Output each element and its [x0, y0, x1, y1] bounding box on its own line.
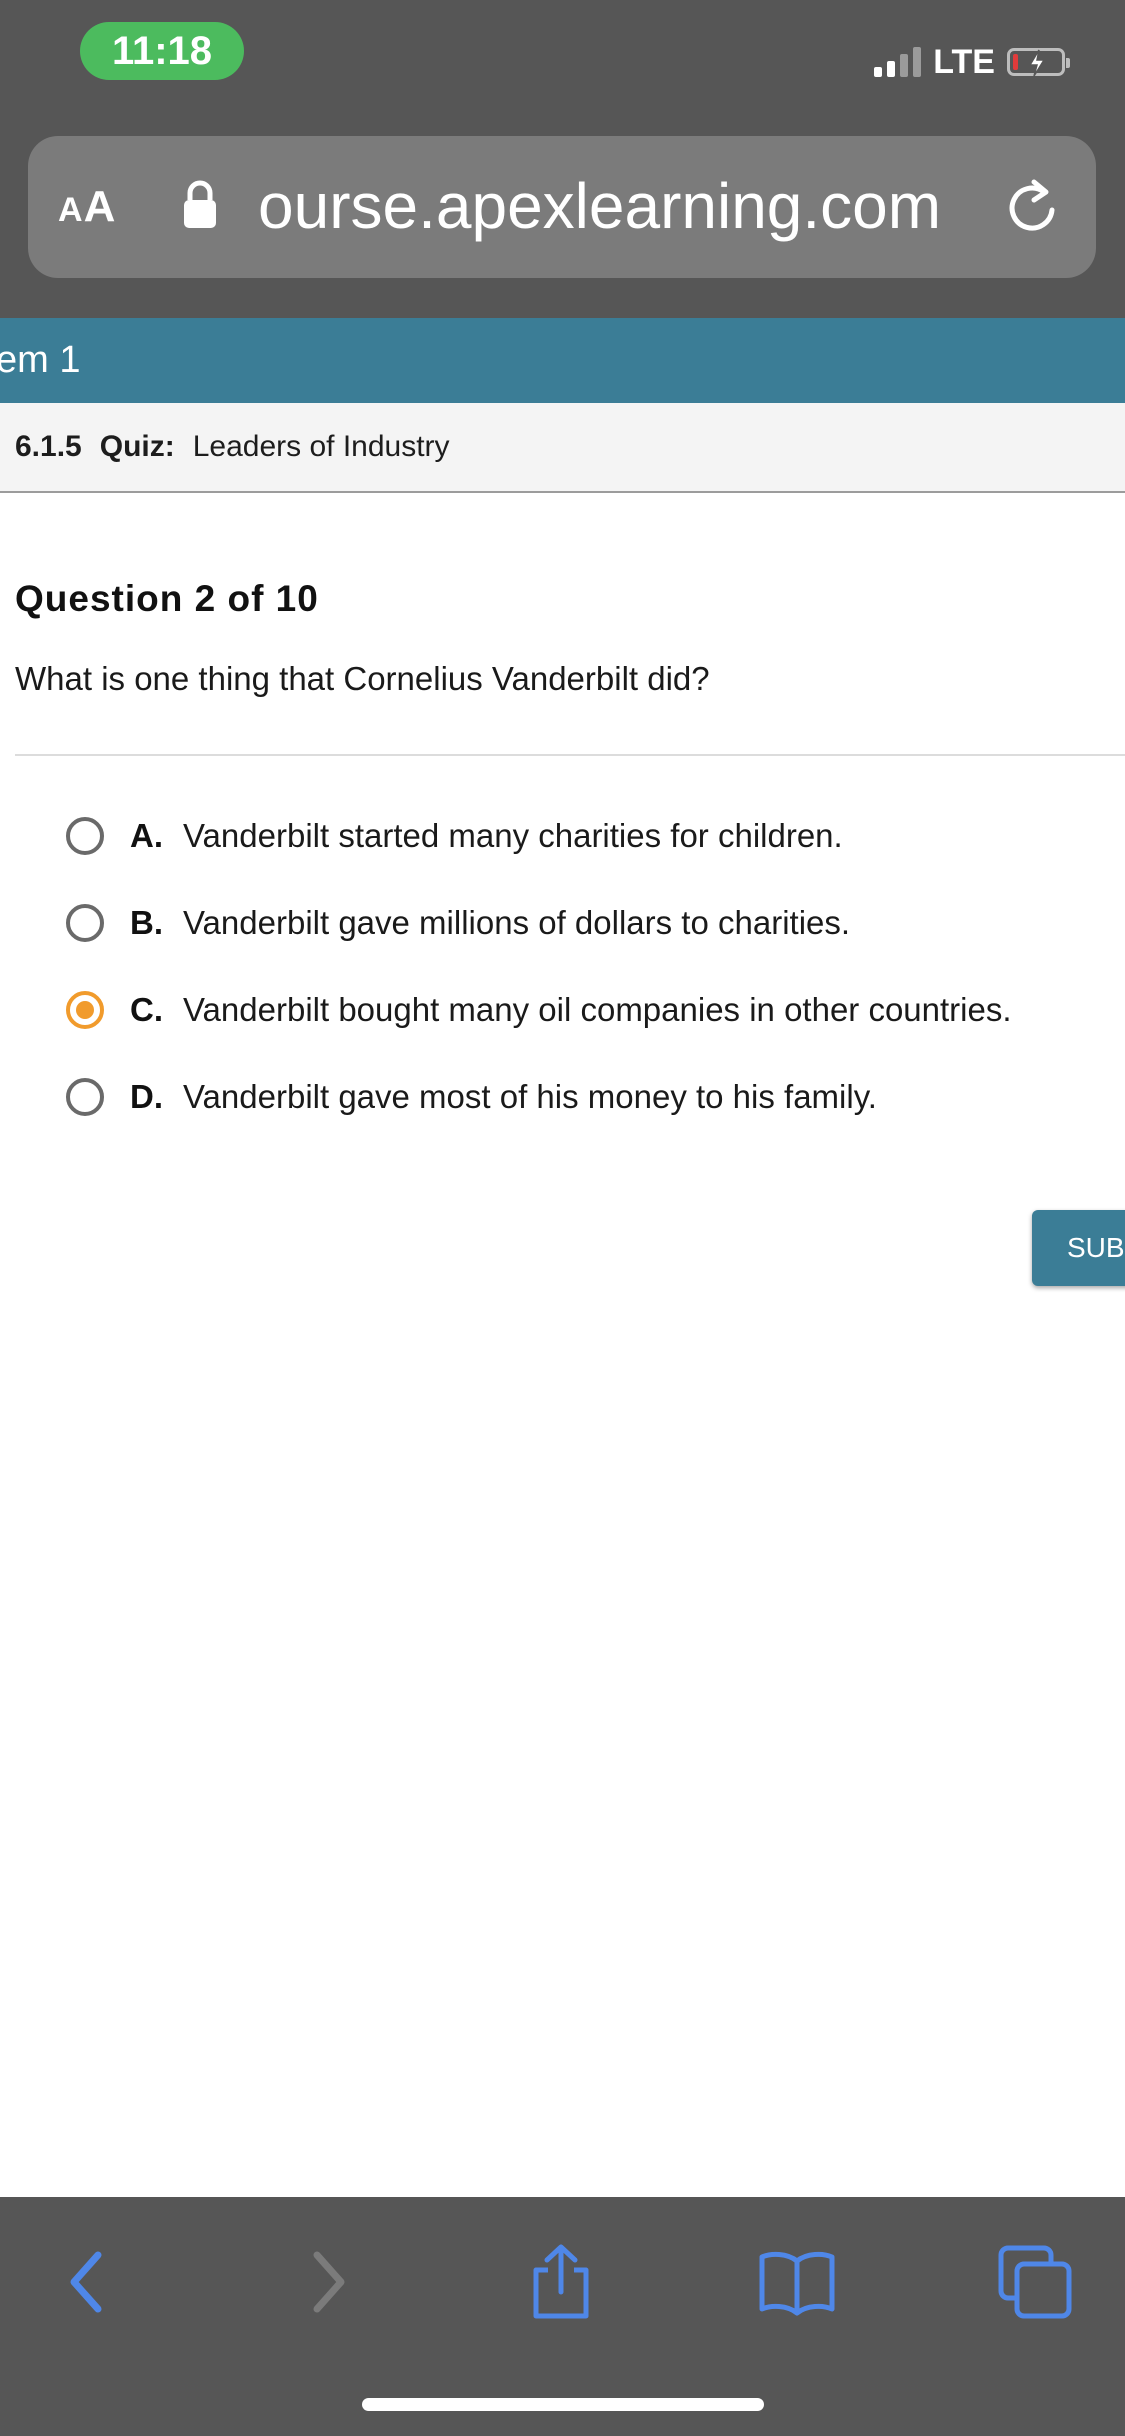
option-d[interactable]: D. Vanderbilt gave most of his money to …: [66, 1061, 877, 1133]
lock-icon: [182, 180, 218, 235]
option-b[interactable]: B. Vanderbilt gave millions of dollars t…: [66, 887, 850, 959]
option-letter: B.: [130, 904, 163, 941]
quiz-header: 6.1.5 Quiz: Leaders of Industry: [0, 403, 1125, 493]
tabs-icon[interactable]: [990, 2237, 1080, 2327]
radio-button-selected[interactable]: [66, 991, 104, 1029]
back-icon[interactable]: [42, 2237, 132, 2327]
battery-icon: [1007, 48, 1070, 77]
bookmarks-icon[interactable]: [752, 2237, 842, 2327]
option-text: Vanderbilt gave millions of dollars to c…: [183, 904, 851, 941]
option-text: Vanderbilt gave most of his money to his…: [183, 1078, 877, 1115]
unit-label: em 1: [0, 339, 81, 381]
submit-button[interactable]: SUB: [1032, 1210, 1125, 1286]
home-indicator[interactable]: [362, 2398, 764, 2411]
option-letter: C.: [130, 991, 163, 1028]
radio-button[interactable]: [66, 904, 104, 942]
option-letter: D.: [130, 1078, 163, 1115]
signal-icon: [874, 47, 922, 77]
option-a[interactable]: A. Vanderbilt started many charities for…: [66, 800, 843, 872]
address-bar[interactable]: AA ourse.apexlearning.com: [28, 136, 1096, 278]
radio-button[interactable]: [66, 1078, 104, 1116]
radio-button[interactable]: [66, 817, 104, 855]
quiz-kind: Quiz:: [99, 430, 175, 463]
share-icon[interactable]: [516, 2237, 606, 2327]
forward-icon[interactable]: [283, 2237, 373, 2327]
status-time: 11:18: [80, 22, 244, 80]
option-text: Vanderbilt started many charities for ch…: [183, 817, 843, 854]
question-text: What is one thing that Cornelius Vanderb…: [15, 660, 710, 697]
unit-header: em 1: [0, 318, 1125, 403]
option-letter: A.: [130, 817, 163, 854]
status-indicators: LTE: [874, 40, 1070, 84]
question-number: Question 2 of 10: [15, 578, 319, 619]
divider: [15, 754, 1125, 756]
option-text: Vanderbilt bought many oil companies in …: [183, 991, 1012, 1028]
reload-icon[interactable]: [1004, 176, 1060, 243]
browser-top-chrome: 11:18 LTE AA ourse.apexlearning.com: [0, 0, 1125, 318]
network-label: LTE: [933, 42, 995, 81]
quiz-name: Leaders of Industry: [192, 430, 450, 463]
text-size-button[interactable]: AA: [58, 182, 116, 232]
option-c[interactable]: C. Vanderbilt bought many oil companies …: [66, 974, 1012, 1046]
url-text[interactable]: ourse.apexlearning.com: [258, 166, 978, 246]
quiz-number: 6.1.5: [15, 430, 82, 463]
